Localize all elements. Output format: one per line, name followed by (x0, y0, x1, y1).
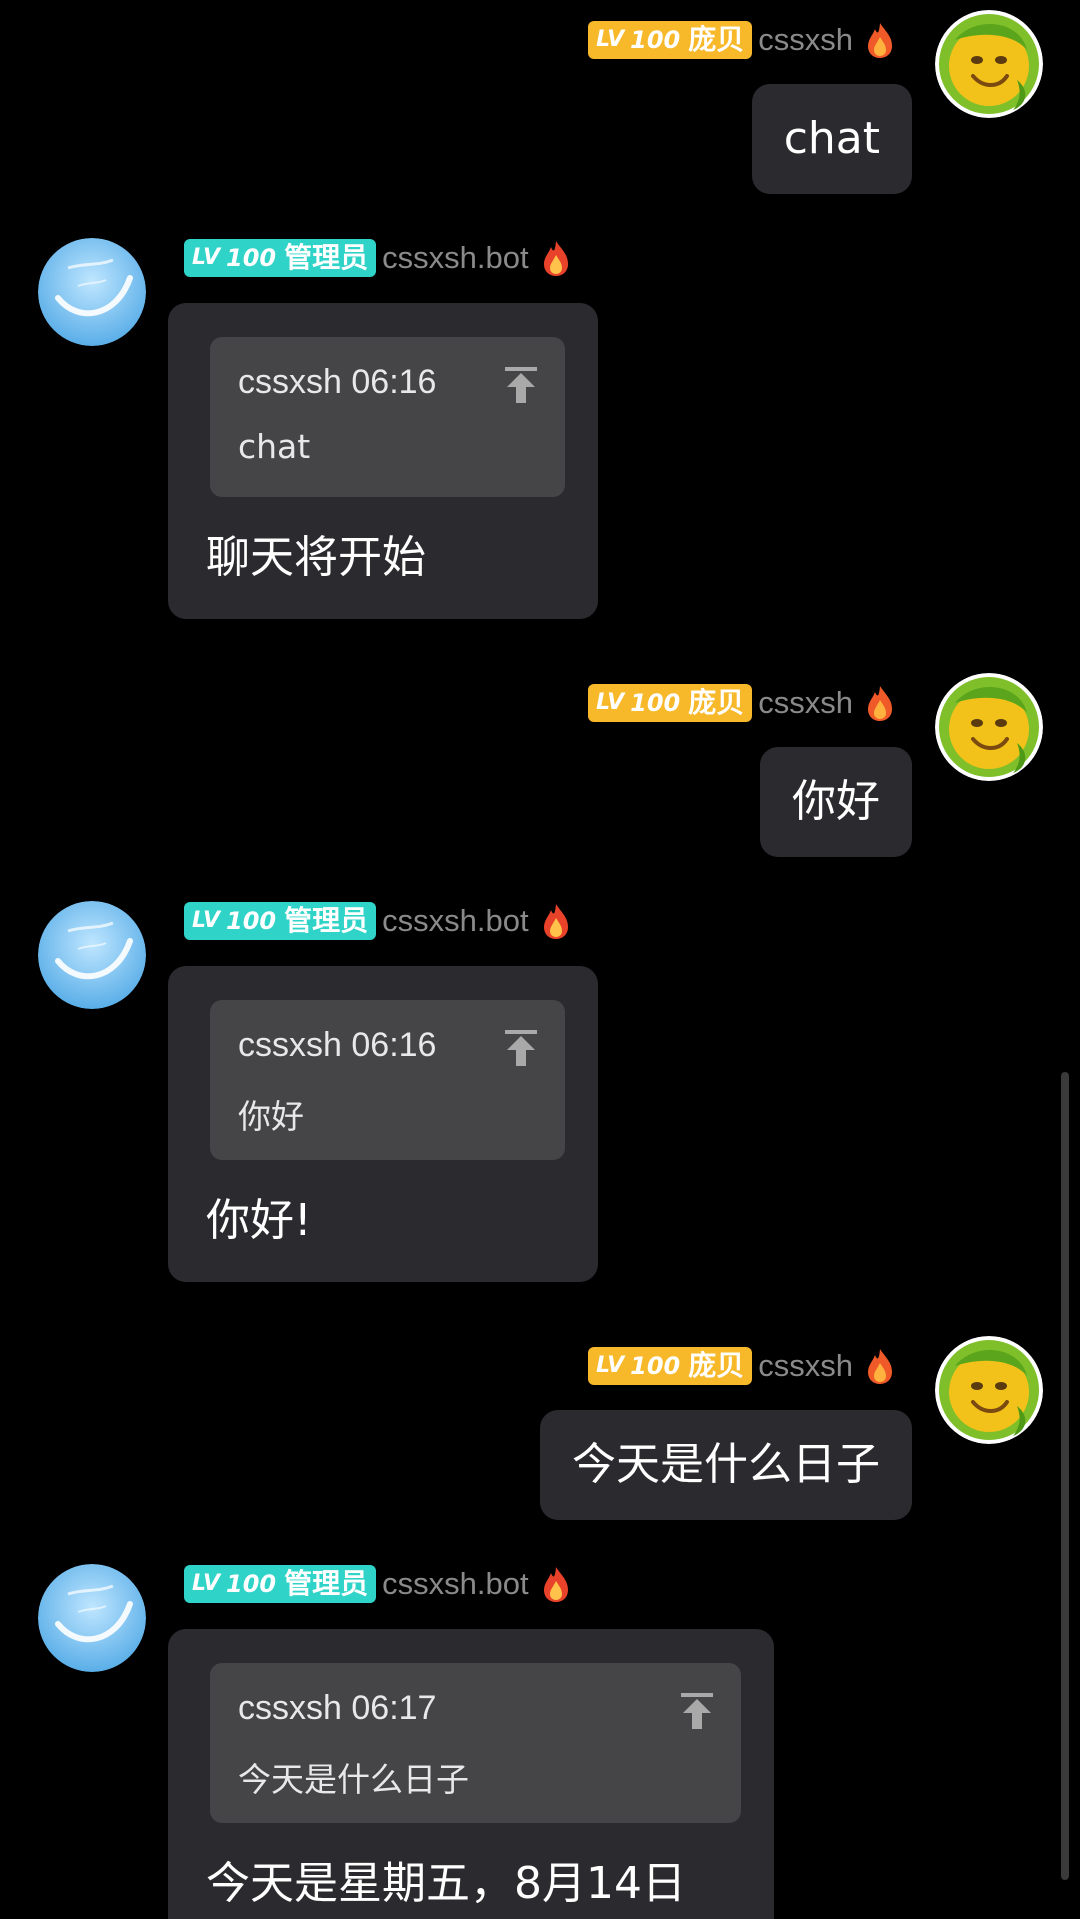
sender-name: cssxsh (758, 685, 853, 720)
message-bubble[interactable]: 今天是什么日子 (540, 1410, 912, 1520)
message-bubble[interactable]: cssxsh 06:17 今天是什么日子 今天是星期五，8月14日 (168, 1629, 774, 1919)
message-bubble[interactable]: cssxsh 06:16 chat 聊天将开始 (168, 303, 598, 619)
bot-avatar[interactable] (38, 1564, 146, 1672)
jump-to-message-icon[interactable] (503, 1028, 539, 1068)
bot-avatar[interactable] (38, 238, 146, 346)
sender-name: cssxsh (758, 22, 853, 57)
jump-to-message-icon[interactable] (679, 1691, 715, 1731)
level-badge: LV 100 庞贝 (588, 1347, 753, 1385)
reply-text: 你好! (206, 1195, 312, 1246)
sender-header: LV 100 庞贝 cssxsh (588, 683, 895, 723)
fire-icon (543, 1567, 568, 1602)
sender-name: cssxsh.bot (382, 240, 529, 275)
fire-icon (868, 1349, 892, 1384)
bot-avatar[interactable] (38, 901, 146, 1009)
sender-header: LV 100 管理员 cssxsh.bot (184, 1564, 571, 1604)
quote-text: 你好 (238, 1097, 304, 1136)
scrollbar[interactable] (1061, 1072, 1069, 1880)
message-bubble[interactable]: 你好 (760, 747, 912, 857)
quote-text: chat (238, 427, 311, 466)
sender-header: LV 100 管理员 cssxsh.bot (184, 238, 571, 278)
sender-name: cssxsh.bot (382, 903, 529, 938)
quote-header: cssxsh 06:16 (238, 1026, 437, 1064)
quote-text: 今天是什么日子 (238, 1760, 469, 1799)
level-badge: LV 100 管理员 (184, 239, 377, 277)
sender-name: cssxsh (758, 1348, 853, 1383)
level-badge: LV 100 庞贝 (588, 684, 753, 722)
sender-header: LV 100 管理员 cssxsh.bot (184, 901, 571, 941)
fire-icon (543, 241, 568, 276)
fire-icon (868, 23, 892, 58)
level-badge: LV 100 管理员 (184, 1565, 377, 1603)
reply-text: 聊天将开始 (206, 532, 426, 583)
quote-header: cssxsh 06:17 (238, 1689, 437, 1727)
quoted-message[interactable]: cssxsh 06:16 chat (210, 337, 565, 497)
level-badge: LV 100 庞贝 (588, 21, 753, 59)
user-avatar[interactable] (935, 673, 1043, 781)
sender-header: LV 100 庞贝 cssxsh (588, 20, 895, 60)
user-avatar[interactable] (935, 1336, 1043, 1444)
quoted-message[interactable]: cssxsh 06:17 今天是什么日子 (210, 1663, 741, 1823)
quote-header: cssxsh 06:16 (238, 363, 437, 401)
quoted-message[interactable]: cssxsh 06:16 你好 (210, 1000, 565, 1160)
message-bubble[interactable]: chat (751, 84, 912, 194)
sender-header: LV 100 庞贝 cssxsh (588, 1346, 895, 1386)
sender-name: cssxsh.bot (382, 1566, 529, 1601)
message-bubble[interactable]: cssxsh 06:16 你好 你好! (168, 966, 598, 1282)
chat-message-list[interactable]: LV 100 庞贝 cssxsh chat LV 100 管理员 cssxsh.… (0, 0, 1080, 1919)
jump-to-message-icon[interactable] (503, 365, 539, 405)
level-badge: LV 100 管理员 (184, 902, 377, 940)
fire-icon (868, 686, 892, 721)
fire-icon (543, 904, 568, 939)
reply-text: 今天是星期五，8月14日 (206, 1858, 686, 1909)
user-avatar[interactable] (935, 10, 1043, 118)
